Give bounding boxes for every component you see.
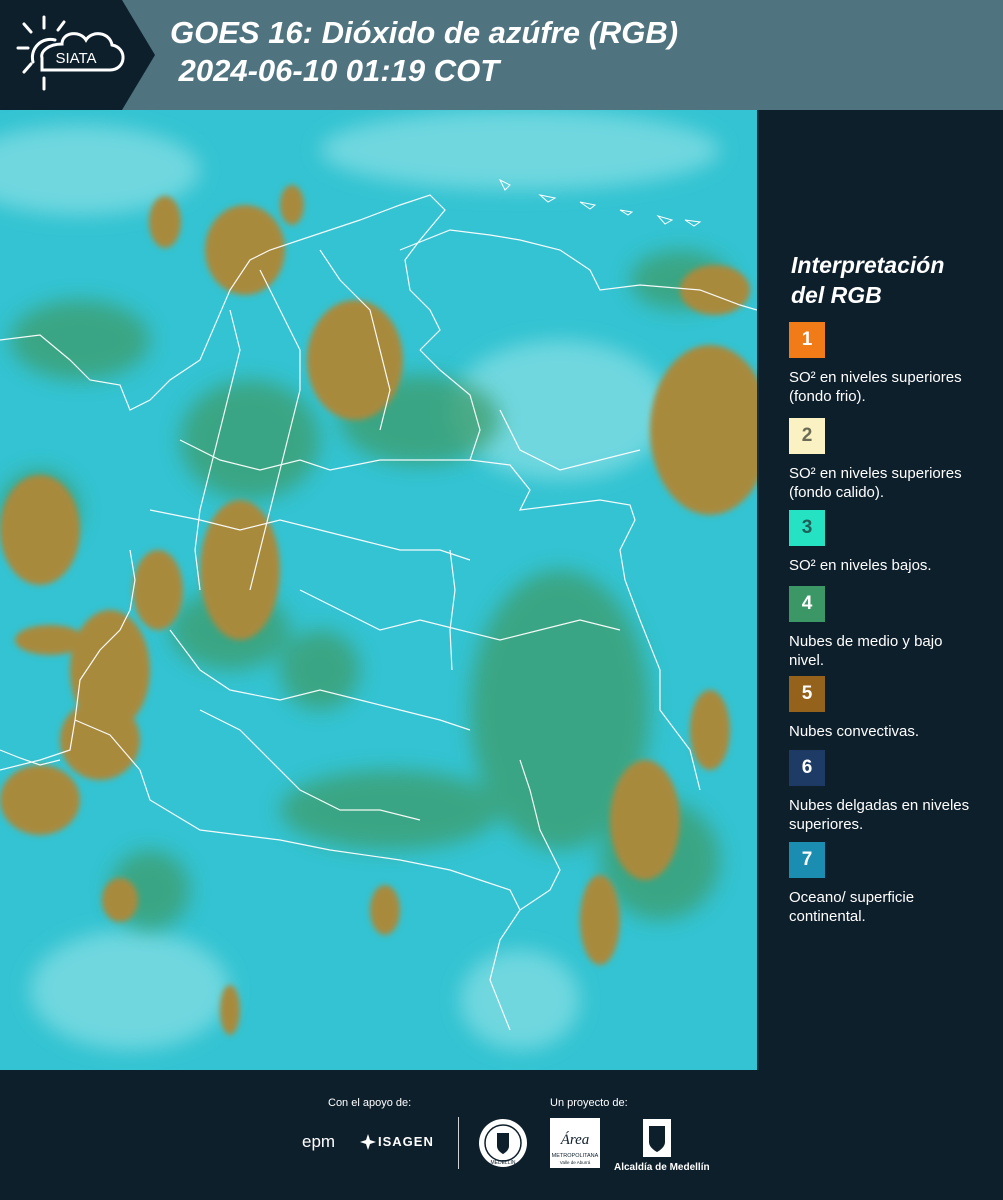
page-title: GOES 16: Dióxido de azúfre (RGB) 2024-06… <box>170 15 679 88</box>
satellite-map[interactable] <box>0 110 757 1070</box>
svg-text:Valle de Aburrá: Valle de Aburrá <box>560 1160 591 1165</box>
header-bar: SIATA GOES 16: Dióxido de azúfre (RGB) 2… <box>0 0 1003 110</box>
logo-text: SIATA <box>55 50 96 67</box>
legend-swatch-7: 7 <box>789 842 825 878</box>
legend-item-4: 4 Nubes de medio y bajo nivel. <box>789 586 979 670</box>
legend-swatch-2: 2 <box>789 418 825 454</box>
area-metropolitana-logo: Área METROPOLITANA Valle de Aburrá <box>550 1118 600 1168</box>
epm-logo: epm <box>302 1132 336 1151</box>
svg-text:Área: Área <box>560 1131 590 1148</box>
legend-swatch-5: 5 <box>789 676 825 712</box>
legend-title: Interpretación del RGB <box>791 252 945 308</box>
footer-bar: Con el apoyo de: Un proyecto de: epm ISA… <box>0 1070 1003 1200</box>
legend-swatch-6: 6 <box>789 750 825 786</box>
support-label: Con el apoyo de: <box>328 1097 412 1109</box>
legend-item-3: 3 SO² en niveles bajos. <box>789 510 979 575</box>
legend-label-1: SO² en niveles superiores (fondo frio). <box>789 369 962 405</box>
legend-label-3: SO² en niveles bajos. <box>789 557 932 574</box>
legend-label-2: SO² en niveles superiores (fondo calido)… <box>789 465 962 501</box>
legend-label-7: Oceano/ superficie continental. <box>789 889 915 925</box>
alcaldia-shield-icon <box>643 1119 671 1157</box>
medellin-seal-icon: MEDELLÍN <box>479 1119 527 1167</box>
legend-swatch-1: 1 <box>789 322 825 358</box>
legend-panel: Interpretación del RGB 1 SO² en niveles … <box>757 110 1003 1070</box>
alcaldia-label: Alcaldía de Medellín <box>614 1162 710 1173</box>
map-canvas <box>0 110 757 1070</box>
legend-label-5: Nubes convectivas. <box>789 723 920 740</box>
legend-item-1: 1 SO² en niveles superiores (fondo frio)… <box>789 322 979 406</box>
isagen-icon <box>360 1134 376 1150</box>
legend-item-7: 7 Oceano/ superficie continental. <box>789 842 979 926</box>
legend-swatch-4: 4 <box>789 586 825 622</box>
logo-panel: SIATA <box>0 0 155 110</box>
legend-swatch-3: 3 <box>789 510 825 546</box>
footer-divider <box>458 1117 459 1169</box>
legend-item-5: 5 Nubes convectivas. <box>789 676 979 741</box>
legend-item-6: 6 Nubes delgadas en niveles superiores. <box>789 750 979 834</box>
isagen-logo: ISAGEN <box>378 1134 434 1149</box>
legend-label-6: Nubes delgadas en niveles superiores. <box>789 797 970 833</box>
legend-label-4: Nubes de medio y bajo nivel. <box>789 633 943 669</box>
svg-text:METROPOLITANA: METROPOLITANA <box>552 1153 599 1159</box>
svg-text:MEDELLÍN: MEDELLÍN <box>490 1159 515 1166</box>
legend-item-2: 2 SO² en niveles superiores (fondo calid… <box>789 418 979 501</box>
project-label: Un proyecto de: <box>550 1097 628 1109</box>
